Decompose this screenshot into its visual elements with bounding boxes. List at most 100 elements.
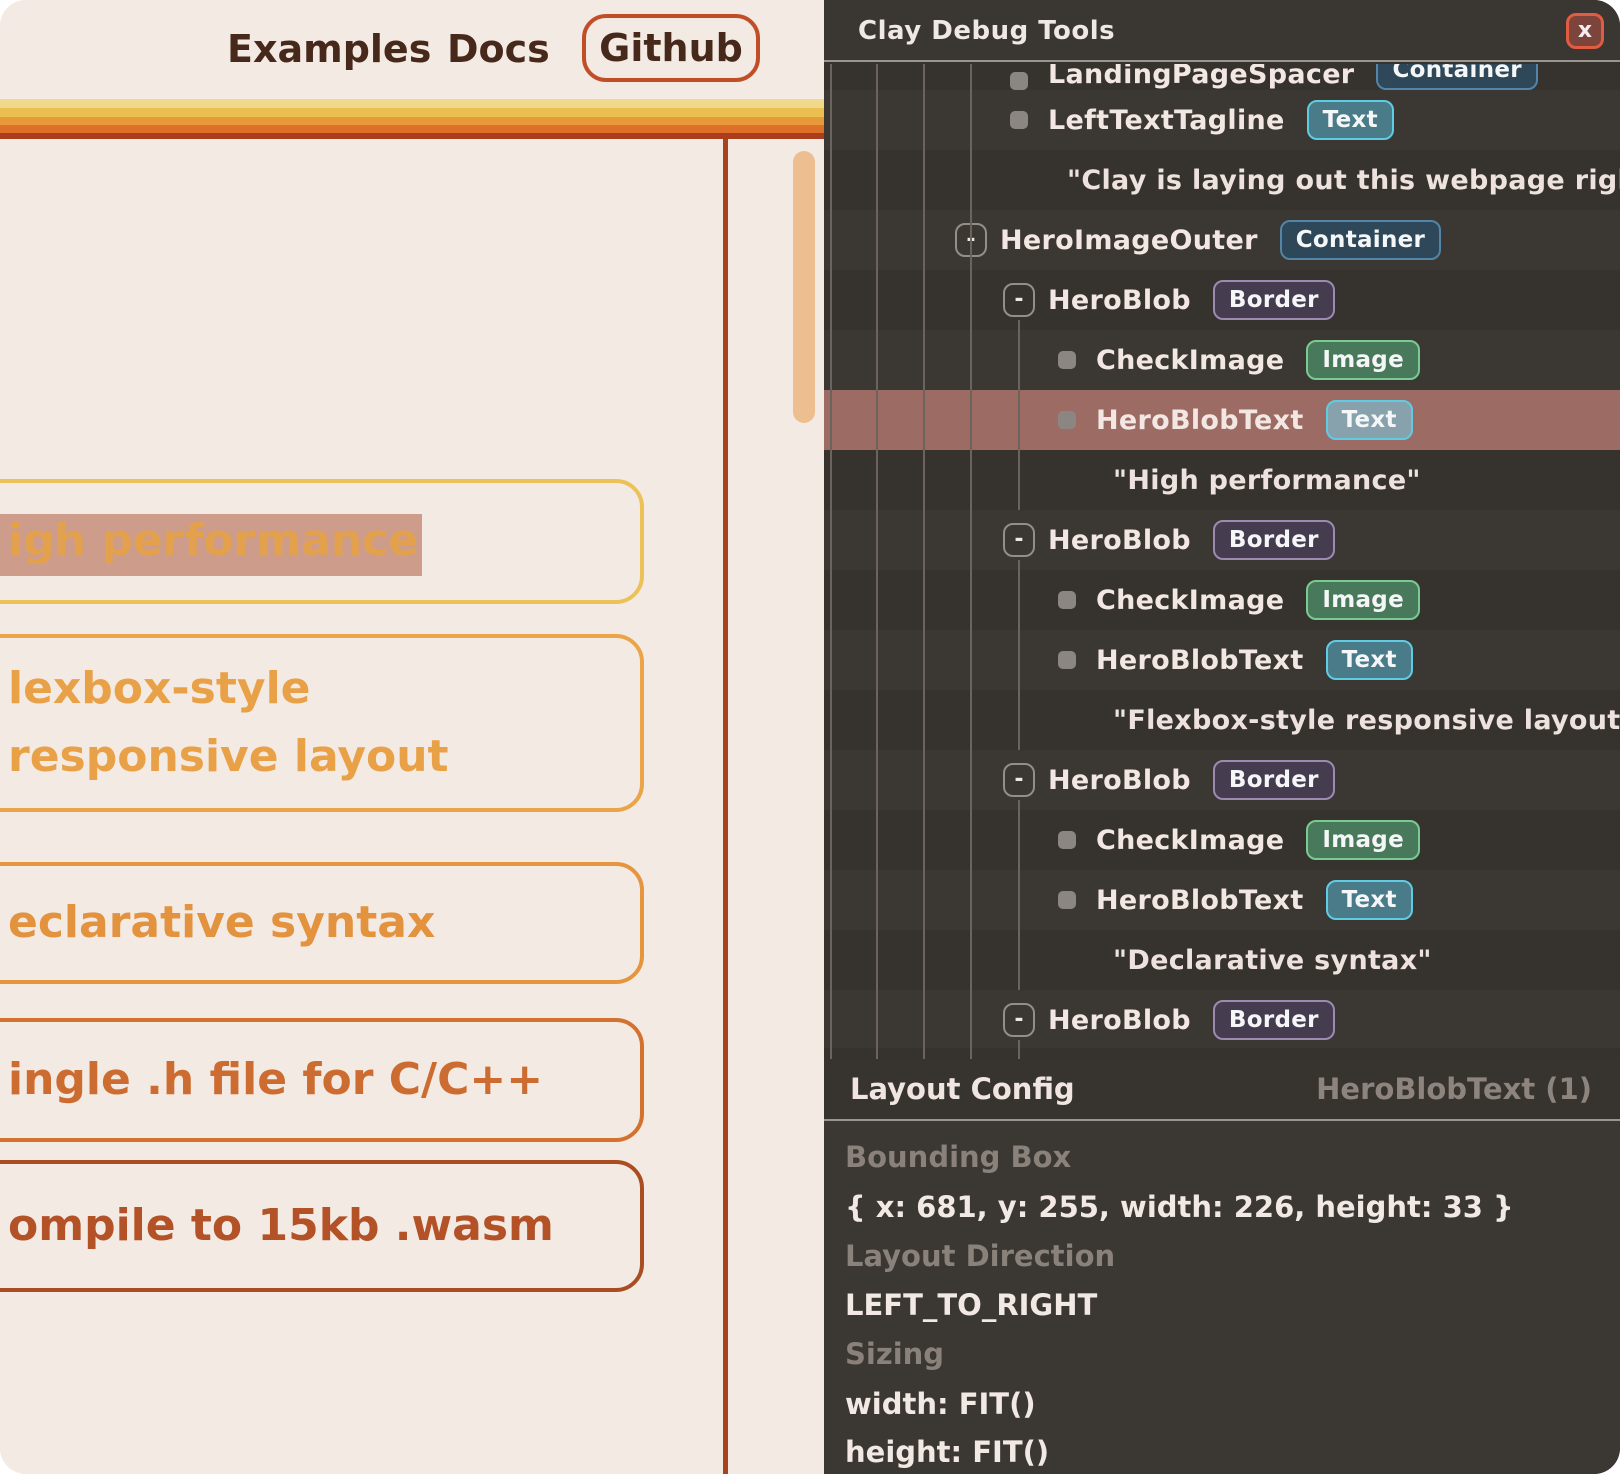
tree-row-selected[interactable]: HeroBlobText Text	[824, 390, 1620, 450]
layout-config-header: Layout Config HeroBlobText (1)	[824, 1059, 1620, 1121]
tree-row[interactable]: HeroBlobText Text	[824, 630, 1620, 690]
page-column-divider	[723, 139, 728, 1474]
element-bullet-icon	[1010, 111, 1028, 129]
stripe-band	[0, 133, 824, 139]
indent-guide	[876, 64, 878, 1059]
tree-element-name: HeroBlob	[1048, 285, 1191, 316]
indent-guide	[1018, 560, 1020, 750]
feature-box: ompile to 15kb .wasm	[0, 1160, 644, 1292]
tree-row[interactable]: - HeroImageOuter Container	[824, 210, 1620, 270]
tree-row[interactable]: CheckImage Image	[824, 810, 1620, 870]
nav-link-examples[interactable]: Examples	[227, 27, 431, 71]
rainbow-stripe-banner	[0, 99, 824, 139]
text-content: "Flexbox-style responsive layout"	[1113, 705, 1620, 736]
bounding-box-value: { x: 681, y: 255, width: 226, height: 33…	[845, 1190, 1514, 1224]
element-bullet-icon	[1058, 591, 1076, 609]
debug-panel: Clay Debug Tools x LandingPageSpacer Con…	[824, 0, 1620, 1474]
tree-element-name: LeftTextTagline	[1048, 105, 1285, 136]
feature-text: eclarative syntax	[8, 889, 435, 957]
text-content: "Declarative syntax"	[1113, 945, 1432, 976]
element-type-badge: Text	[1326, 640, 1413, 680]
tree-element-name: HeroBlobText	[1096, 405, 1304, 436]
tree-element-name: CheckImage	[1096, 585, 1284, 616]
element-type-badge: Border	[1213, 520, 1335, 560]
tree-row-clipped	[824, 1048, 1620, 1059]
layout-direction-value: LEFT_TO_RIGHT	[845, 1288, 1097, 1322]
element-bullet-icon	[1058, 351, 1076, 369]
element-type-badge: Container	[1280, 220, 1441, 260]
tree-element-name: HeroImageOuter	[1000, 225, 1258, 256]
element-type-badge: Border	[1213, 760, 1335, 800]
preview-page: Examples Docs Github igh performance lex…	[0, 0, 824, 1474]
close-button[interactable]: x	[1566, 13, 1604, 49]
feature-box: eclarative syntax	[0, 862, 644, 984]
tree-text-row[interactable]: "Clay is laying out this webpage right n…	[824, 150, 1620, 210]
layout-config-title: Layout Config	[850, 1059, 1075, 1119]
sizing-width-value: width: FIT()	[845, 1387, 1036, 1421]
element-type-badge: Image	[1306, 580, 1420, 620]
element-type-badge: Border	[1213, 280, 1335, 320]
stripe-band	[0, 117, 824, 125]
tree-text-row[interactable]: "Flexbox-style responsive layout"	[824, 690, 1620, 750]
indent-guide	[830, 64, 832, 1059]
tree-element-name: CheckImage	[1096, 825, 1284, 856]
collapse-button[interactable]: -	[1003, 763, 1035, 797]
page-scrollbar-thumb[interactable]	[793, 151, 815, 423]
github-button[interactable]: Github	[582, 14, 760, 82]
config-section-label: Layout Direction	[845, 1239, 1115, 1273]
element-type-badge: Image	[1306, 340, 1420, 380]
feature-box: ingle .h file for C/C++	[0, 1018, 644, 1142]
selected-element-label: HeroBlobText (1)	[1316, 1059, 1592, 1119]
element-type-badge: Text	[1307, 100, 1394, 140]
feature-text: ingle .h file for C/C++	[8, 1046, 543, 1114]
tree-row[interactable]: HeroBlobText Text	[824, 870, 1620, 930]
indent-guide	[1018, 1040, 1020, 1059]
element-type-badge: Text	[1326, 880, 1413, 920]
tree-row[interactable]: CheckImage Image	[824, 330, 1620, 390]
feature-text: lexbox-style responsive layout	[8, 655, 578, 791]
text-content: "Clay is laying out this webpage right n…	[1067, 165, 1620, 196]
element-bullet-icon	[1058, 891, 1076, 909]
config-section-label: Bounding Box	[845, 1140, 1071, 1174]
tree-element-name: HeroBlobText	[1096, 645, 1304, 676]
indent-guide	[923, 64, 925, 1059]
debug-panel-title: Clay Debug Tools	[858, 0, 1115, 62]
collapse-button[interactable]: -	[1003, 283, 1035, 317]
tree-text-row[interactable]: "High performance"	[824, 450, 1620, 510]
element-bullet-icon	[1058, 831, 1076, 849]
element-bullet-icon	[1058, 651, 1076, 669]
element-type-badge: Image	[1306, 820, 1420, 860]
feature-box: lexbox-style responsive layout	[0, 634, 644, 812]
tree-row[interactable]: LeftTextTagline Text	[824, 90, 1620, 150]
element-bullet-icon	[1058, 411, 1076, 429]
debug-panel-header: Clay Debug Tools x	[824, 0, 1620, 62]
layout-config-body: Bounding Box { x: 681, y: 255, width: 22…	[824, 1121, 1620, 1474]
tree-row[interactable]: LandingPageSpacer Container	[824, 64, 1620, 90]
tree-row[interactable]: - HeroBlob Border	[824, 510, 1620, 570]
collapse-button[interactable]: -	[1003, 523, 1035, 557]
tree-row[interactable]: CheckImage Image	[824, 570, 1620, 630]
tree-row[interactable]: - HeroBlob Border	[824, 750, 1620, 810]
stripe-band	[0, 125, 824, 133]
element-type-badge: Container	[1376, 64, 1537, 90]
app-window: Examples Docs Github igh performance lex…	[0, 0, 1620, 1474]
indent-guide	[970, 64, 972, 1059]
tree-row[interactable]: - HeroBlob Border	[824, 990, 1620, 1050]
element-type-badge: Border	[1213, 1000, 1335, 1040]
text-content: "High performance"	[1113, 465, 1421, 496]
tree-text-row[interactable]: "Declarative syntax"	[824, 930, 1620, 990]
tree-element-name: LandingPageSpacer	[1048, 64, 1354, 90]
nav-link-docs[interactable]: Docs	[447, 27, 550, 71]
collapse-button[interactable]: -	[1003, 1003, 1035, 1037]
stripe-band	[0, 108, 824, 117]
element-bullet-icon	[1010, 72, 1028, 90]
sizing-height-value: height: FIT()	[845, 1435, 1049, 1469]
config-section-label: Sizing	[845, 1337, 944, 1371]
tree-element-name: HeroBlob	[1048, 765, 1191, 796]
element-type-badge: Text	[1326, 400, 1413, 440]
tree-element-name: CheckImage	[1096, 345, 1284, 376]
tree-row[interactable]: - HeroBlob Border	[824, 270, 1620, 330]
tree-element-name: HeroBlob	[1048, 525, 1191, 556]
feature-text: igh performance	[8, 507, 418, 575]
stripe-band	[0, 99, 824, 108]
